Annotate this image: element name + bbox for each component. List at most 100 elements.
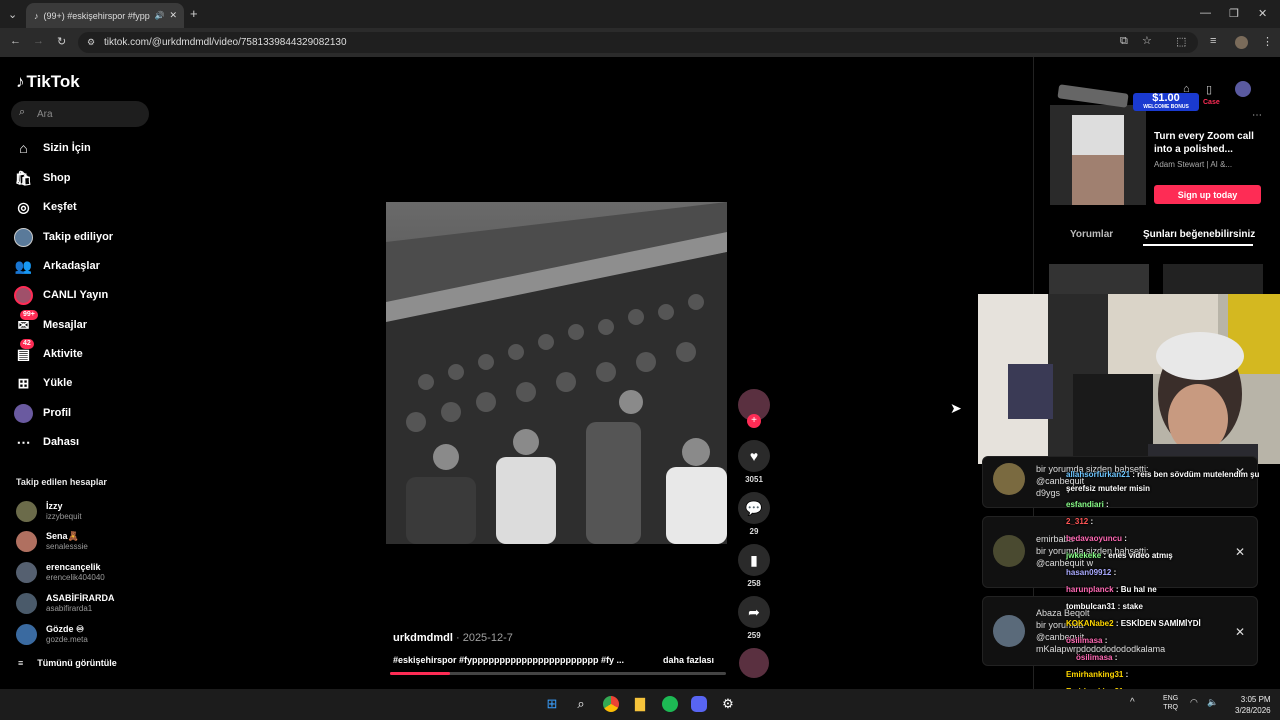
extensions-icon[interactable]: ⬚ [1176,35,1186,48]
nav-for-you[interactable]: ⌂ Sizin İçin [14,137,90,159]
followed-account[interactable]: erencançelik erencelik404040 [16,560,105,584]
like-button[interactable]: ♥ 3051 [738,440,770,484]
comment-button[interactable]: 💬 29 [738,492,770,536]
mouse-cursor-icon: ➤ [950,400,962,416]
streamer-webcam [978,294,1280,464]
nav-messages[interactable]: ✉ 99+ Mesajlar [14,309,87,336]
ad-menu-icon[interactable]: ⋯ [1252,110,1262,121]
discord-icon[interactable] [690,695,708,713]
music-disc-button[interactable] [738,648,770,678]
logo-text: TikTok [26,72,80,91]
nav-friends[interactable]: 👥 Arkadaşlar [14,255,100,277]
chat-username: tombulcan31 [1066,602,1116,611]
chat-message: hasan09912 : [1066,568,1116,577]
more-link[interactable]: daha fazlası [663,655,714,665]
tiktok-logo[interactable]: ♪ TikTok [16,72,80,92]
nav-activity[interactable]: ▤ 42 Aktivite [14,338,83,365]
system-clock[interactable]: 3:05 PM 3/28/2026 [1235,694,1271,716]
chat-text: : [1114,653,1118,662]
video-description[interactable]: #eskişehirspor #fypppppppppppppppppppppp… [393,655,643,665]
stadium-crowd-image [386,202,727,544]
search-input[interactable]: ⌕ Ara [11,101,149,127]
windows-start-icon[interactable]: ⊞ [543,695,561,713]
chat-message: harunplanck : Bu hal ne [1066,585,1157,594]
ad-banner[interactable]: $1.00 WELCOME BONUS Case [1057,84,1258,117]
clock-time: 3:05 PM [1240,695,1271,704]
nav-live[interactable]: CANLI Yayın [14,284,108,306]
nav-more[interactable]: ⋯ Dahası [14,431,80,453]
forward-icon[interactable]: → [33,35,44,47]
nav-label: Profil [43,407,72,419]
comment-icon: 💬 [738,492,770,524]
suggested-video-thumb[interactable] [1049,264,1149,294]
media-icon[interactable]: ≡ [1210,35,1216,47]
nav-upload[interactable]: ⊞ Yükle [14,372,73,394]
followed-account[interactable]: Sena🧸 senalesssie [16,529,88,553]
address-bar[interactable]: ⚙ tiktok.com/@urkdmdmdl/video/7581339844… [78,32,1198,53]
chat-username: esfandiari [1066,500,1104,509]
friends-icon: 👥 [14,257,33,274]
followed-account[interactable]: Gözde ♾ gozde.meta [16,622,88,646]
nav-label: Yükle [43,377,73,389]
see-all-following-link[interactable]: ≡ Tümünü görüntüle [18,658,117,668]
author-avatar-button[interactable]: + [738,389,770,428]
new-tab-button[interactable]: + [190,6,198,21]
followed-account[interactable]: İzzy izzybequit [16,499,82,523]
tray-chevron-icon[interactable]: ^ [1130,697,1135,708]
followed-account[interactable]: ASABİFİRARDA asabifirarda1 [16,591,115,615]
settings-icon[interactable]: ⚙ [719,695,737,713]
tab-audio-icon[interactable]: 🔊 [155,11,165,20]
bookmark-star-icon[interactable]: ☆ [1142,34,1152,47]
chat-message: bedavaoyuncu : [1066,534,1127,543]
ad-bonus-label: WELCOME BONUS [1143,104,1189,110]
install-app-icon[interactable]: ⧉ [1120,35,1128,48]
music-disc-icon [739,648,769,678]
follow-plus-icon[interactable]: + [747,414,761,428]
video-author[interactable]: urkdmdmdl · 2025-12-7 [393,632,513,644]
menu-dots-icon[interactable]: ⋮ [1262,35,1273,48]
tab-list-icon[interactable]: ⌄ [8,8,17,21]
nav-explore[interactable]: ◎ Keşfet [14,196,76,218]
chrome-icon[interactable] [602,695,620,713]
close-icon[interactable]: ✕ [1235,625,1245,639]
nav-following[interactable]: Takip ediliyor [14,226,113,248]
spotify-icon[interactable] [661,695,679,713]
nav-shop[interactable]: 🛍 Shop [14,167,71,189]
video-progress-bar[interactable] [390,672,726,675]
tab-active-underline [1143,244,1253,246]
search-icon[interactable]: ⌕ [572,695,590,713]
tab-close-icon[interactable]: ✕ [169,10,177,21]
close-icon[interactable]: ✕ [1235,545,1245,559]
share-button[interactable]: ➦ 259 [738,596,770,640]
nav-profile[interactable]: Profil [14,402,71,424]
chat-username: allahsorfurkan21 [1066,470,1131,479]
language-indicator[interactable]: ENG TRQ [1163,694,1178,712]
back-icon[interactable]: ← [10,35,21,47]
save-button[interactable]: ▮ 258 [738,544,770,588]
nav-label: CANLI Yayın [43,289,109,301]
window-close-icon[interactable]: ✕ [1258,7,1267,20]
ad-weapon-graphic [1057,84,1129,108]
suggested-video-thumb[interactable] [1163,264,1263,294]
ad-signup-button[interactable]: Sign up today [1154,185,1261,204]
tab-comments[interactable]: Yorumlar [1070,229,1113,240]
volume-icon[interactable]: 🔈 [1207,697,1218,708]
nav-label: Aktivite [43,348,83,360]
browser-tab-active[interactable]: ♪ (99+) #eskişehirspor #fypp 🔊 ✕ [26,3,184,28]
file-explorer-icon[interactable]: ▇ [631,695,649,713]
url-text: tiktok.com/@urkdmdmdl/video/758133984432… [104,37,347,48]
notification-card[interactable]: bir yorumda sizden bahsetti: @canbequit … [982,456,1258,508]
account-handle: gozde.meta [46,634,88,644]
minimize-icon[interactable]: — [1200,7,1211,19]
video-player[interactable] [386,202,727,544]
maximize-icon[interactable]: ❐ [1229,7,1239,20]
clock-date: 3/28/2026 [1235,706,1271,715]
chat-message: Emirhanking31 : [1066,670,1128,679]
site-info-icon[interactable]: ⚙ [87,37,95,48]
profile-avatar-icon[interactable] [1235,36,1248,49]
reload-icon[interactable]: ↻ [57,35,66,48]
tab-you-may-like[interactable]: Şunları beğenebilirsiniz [1143,229,1255,240]
wifi-icon[interactable]: ◠ [1190,697,1198,708]
chat-text: : [1090,517,1094,526]
chat-text: : [1124,534,1127,543]
